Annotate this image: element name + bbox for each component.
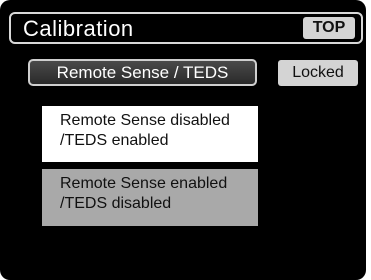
option-label-line-2: /TEDS disabled <box>60 195 172 212</box>
title-bar: Calibration TOP <box>9 12 363 44</box>
option-label-line-1: Remote Sense enabled <box>60 175 228 192</box>
remote-sense-teds-button[interactable]: Remote Sense / TEDS <box>28 59 257 86</box>
top-button[interactable]: TOP <box>303 17 355 39</box>
page-title: Calibration <box>23 16 134 41</box>
option-remote-sense-disabled-teds-enabled[interactable]: Remote Sense disabled /TEDS enabled <box>42 106 258 162</box>
option-remote-sense-enabled-teds-disabled[interactable]: Remote Sense enabled /TEDS disabled <box>42 169 258 226</box>
device-screen: Calibration TOP Remote Sense / TEDS Lock… <box>0 0 366 280</box>
option-label-line-2: /TEDS enabled <box>60 132 169 149</box>
locked-button[interactable]: Locked <box>278 60 358 86</box>
option-label-line-1: Remote Sense disabled <box>60 112 230 129</box>
